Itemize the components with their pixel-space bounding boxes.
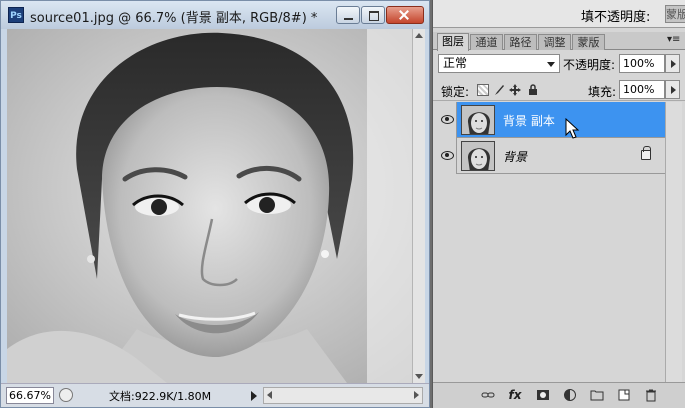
layers-scrollbar[interactable] [665,102,682,382]
close-button[interactable] [386,6,424,24]
mouse-cursor-icon [565,118,580,139]
visibility-cell[interactable] [437,138,457,174]
add-mask-icon[interactable] [536,388,550,402]
document-size-info: 文档:922.9K/1.80M [109,390,212,403]
tab-channels[interactable]: 通道 [470,34,503,50]
eye-icon[interactable] [440,149,454,161]
layer-lock-icon [641,146,651,160]
document-window: Ps source01.jpg @ 66.7% (背景 副本, RGB/8#) … [0,0,430,408]
layer-row-background-copy[interactable]: 背景 副本 [437,102,665,139]
chevron-down-icon [547,62,555,67]
tab-layers[interactable]: 图层 [437,33,469,51]
panel-menu-icon[interactable]: ▾≡ [667,34,680,45]
lock-paint-brush-icon[interactable] [493,84,505,96]
layer-thumbnail [461,105,495,135]
eye-icon[interactable] [440,113,454,125]
status-clock-icon [59,388,73,402]
scroll-right-arrow-icon[interactable] [414,391,419,399]
panel-tabs: 图层 通道 路径 调整 蒙版 ▾≡ [433,32,685,51]
scroll-up-arrow-icon[interactable] [415,33,423,38]
lock-transparency-icon[interactable] [477,84,489,96]
panel-top-strip: 填不透明度: 蒙版 [433,0,685,28]
portrait-image [7,29,425,383]
new-group-folder-icon[interactable] [590,388,604,402]
opacity-slider-button[interactable] [665,54,680,73]
zoom-level-field[interactable]: 66.67% [6,387,54,404]
maximize-button[interactable] [361,6,385,24]
lock-label: 锁定: [441,85,470,99]
blend-mode-value: 正常 [443,56,468,70]
fill-slider-button[interactable] [665,80,680,99]
lock-position-move-icon[interactable] [509,84,521,96]
tab-masks[interactable]: 蒙版 [572,34,605,50]
vertical-scrollbar[interactable] [412,29,425,383]
document-title: source01.jpg @ 66.7% (背景 副本, RGB/8#) * [30,11,318,26]
new-layer-icon[interactable] [617,388,631,402]
fill-field[interactable]: 100% [619,80,665,99]
top-masks-tab[interactable]: 蒙版 [665,5,685,23]
layer-name[interactable]: 背景 副本 [503,112,555,129]
tab-adjustments[interactable]: 调整 [538,34,571,50]
scroll-down-arrow-icon[interactable] [415,374,423,379]
layers-panel: 填不透明度: 蒙版 图层 通道 路径 调整 蒙版 ▾≡ 正常 不透明度: 100… [432,0,685,408]
opacity-label: 不透明度: [563,58,616,72]
trash-icon[interactable] [644,388,658,402]
layer-thumbnail [461,141,495,171]
visibility-cell[interactable] [437,102,457,138]
layers-list: 背景 副本 背景 [437,102,665,382]
scroll-left-arrow-icon[interactable] [267,391,272,399]
minimize-button[interactable] [336,6,360,24]
opacity-field[interactable]: 100% [619,54,665,73]
status-bar: 66.67% 文档:922.9K/1.80M [1,383,429,407]
layers-panel-footer: fx [433,382,685,408]
lock-all-padlock-icon[interactable] [527,84,539,96]
tab-paths[interactable]: 路径 [504,34,537,50]
link-layers-icon[interactable] [481,388,495,402]
image-canvas[interactable] [7,29,425,383]
status-menu-arrow-icon[interactable] [251,391,257,401]
horizontal-scrollbar[interactable] [263,387,423,404]
layer-row-background[interactable]: 背景 [437,138,665,174]
fill-label: 填充: [588,85,617,99]
document-title-bar[interactable]: Ps source01.jpg @ 66.7% (背景 副本, RGB/8#) … [1,1,429,29]
adjustment-layer-icon[interactable] [563,388,577,402]
top-opacity-label: 填不透明度: [581,10,651,25]
fx-icon[interactable]: fx [508,388,522,402]
layer-name[interactable]: 背景 [503,148,527,165]
photoshop-app-icon: Ps [8,7,24,23]
blend-mode-select[interactable]: 正常 [438,54,560,73]
